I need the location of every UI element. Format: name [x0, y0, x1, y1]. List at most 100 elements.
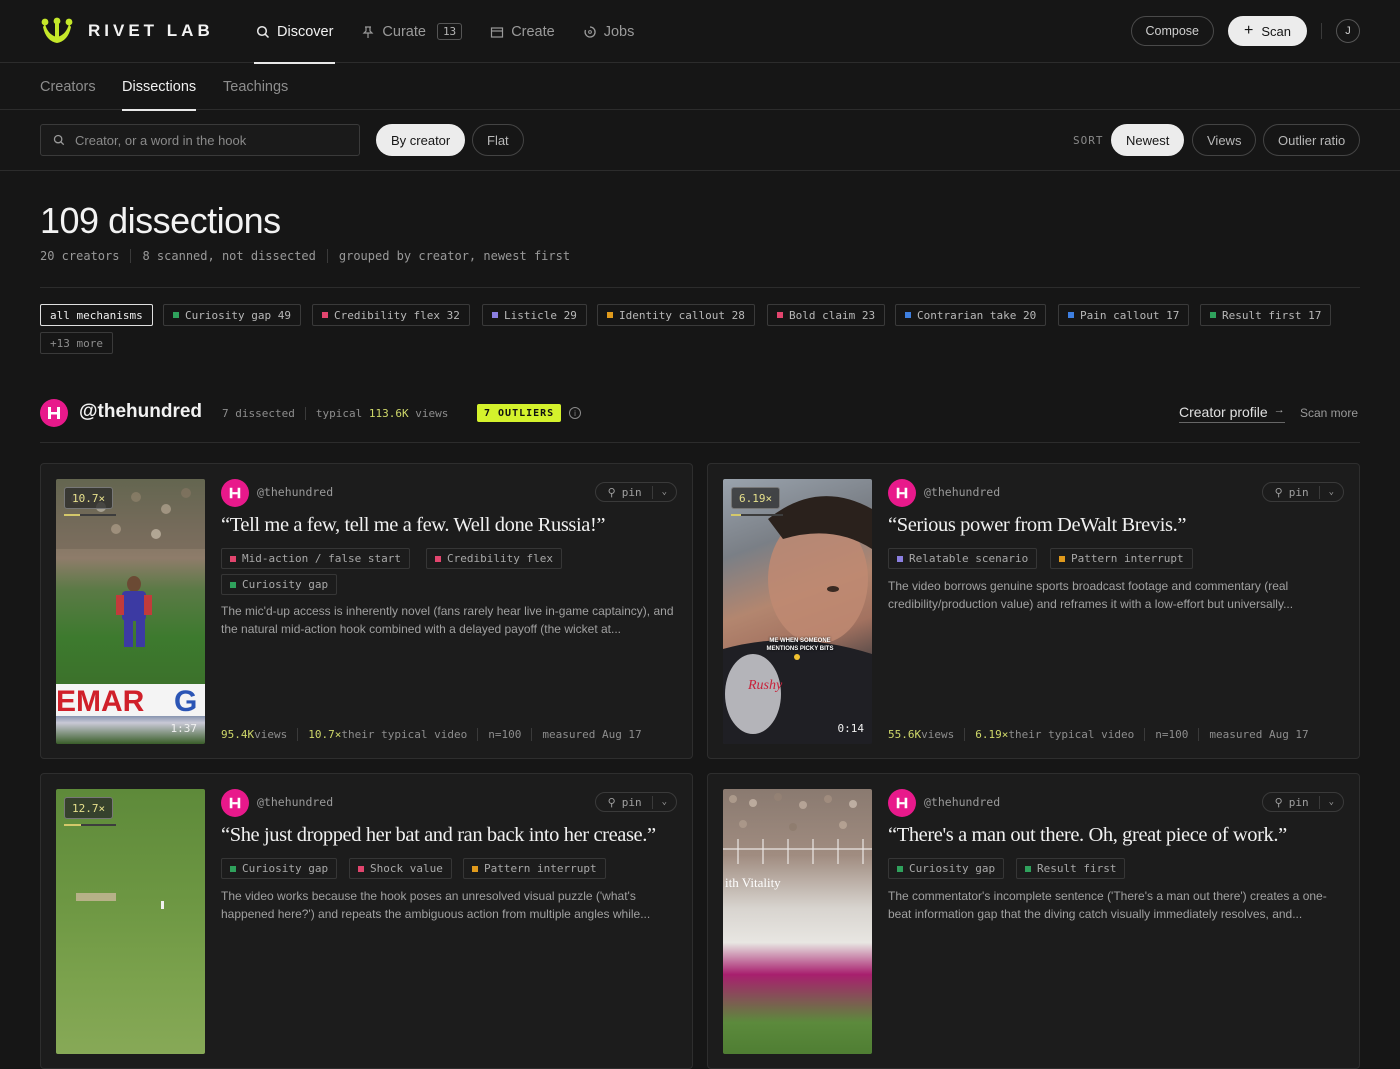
nav-discover[interactable]: Discover [253, 0, 336, 64]
pin-button[interactable]: ⚲ pin [1263, 485, 1320, 499]
sort-label: SORT [1073, 134, 1104, 147]
creator-avatar[interactable] [888, 479, 916, 507]
chevron-down-icon[interactable]: ⌄ [1320, 797, 1343, 807]
dissected-count: 7 dissected [222, 407, 295, 420]
multiplier-bar [731, 514, 783, 516]
creator-profile-link[interactable]: Creator profile → [1179, 404, 1285, 423]
chip-label: Contrarian take 20 [917, 308, 1037, 322]
mechanism-tag[interactable]: Shock value [349, 858, 452, 879]
chip-mechanism[interactable]: Listicle 29 [482, 304, 587, 326]
sort-views[interactable]: Views [1192, 124, 1257, 156]
stat-views: 55.6Kviews [888, 728, 964, 741]
sort-outlier-ratio[interactable]: Outlier ratio [1263, 124, 1361, 156]
nav-create[interactable]: Create [490, 0, 555, 63]
color-swatch-icon [435, 555, 441, 562]
creator-avatar[interactable] [221, 479, 249, 507]
scan-label: Scan [1261, 23, 1291, 39]
creator-avatar[interactable] [888, 789, 916, 817]
curate-count-badge: 13 [436, 23, 463, 40]
nav-label: Discover [277, 23, 334, 40]
card-creator-handle[interactable]: @thehundred [257, 795, 333, 809]
dissection-card[interactable]: Rushy ME WHEN SOMEONE MENTIONS PICKY BIT… [707, 463, 1360, 759]
video-thumbnail[interactable]: EMAR G 10.7× 1:37 [56, 479, 205, 744]
ratio-value: 10.7× [308, 728, 342, 741]
mechanism-tag[interactable]: Pattern interrupt [463, 858, 606, 879]
chip-label: Bold claim 23 [789, 308, 876, 322]
pin-label: pin [621, 485, 642, 499]
pin-button[interactable]: ⚲ pin [596, 795, 653, 809]
search-input[interactable] [75, 132, 345, 148]
mechanism-tag[interactable]: Mid-action / false start [221, 548, 410, 569]
chip-mechanism[interactable]: Pain callout 17 [1058, 304, 1190, 326]
emoji-icon [794, 654, 800, 660]
chip-mechanism[interactable]: Credibility flex 32 [312, 304, 470, 326]
cricket-player-figure: EMAR G [56, 479, 205, 718]
mechanism-tag[interactable]: Credibility flex [426, 548, 562, 569]
ratio-label: their typical video [341, 728, 468, 741]
video-duration: 0:14 [837, 722, 865, 735]
stat-sample: n=100 [477, 728, 531, 741]
mechanism-tag[interactable]: Curiosity gap [888, 858, 1005, 879]
nav-curate[interactable]: Curate 13 [361, 0, 463, 63]
video-caption: ME WHEN SOMEONE MENTIONS PICKY BITS [766, 638, 834, 652]
dissection-card[interactable]: EMAR G 10.7× 1:37 @thehundred ⚲ pin ⌄ “Te… [40, 463, 693, 759]
tag-label: Pattern interrupt [484, 862, 597, 875]
mechanism-tag[interactable]: Curiosity gap [221, 574, 338, 595]
compose-button[interactable]: Compose [1130, 16, 1215, 46]
mechanism-tag[interactable]: Pattern interrupt [1050, 548, 1193, 569]
card-creator-handle[interactable]: @thehundred [924, 795, 1000, 809]
spinner-icon [584, 25, 596, 38]
chip-mechanism[interactable]: Identity callout 28 [597, 304, 755, 326]
pin-button[interactable]: ⚲ pin [596, 485, 653, 499]
tab-teachings[interactable]: Teachings [223, 63, 288, 110]
chip-mechanism[interactable]: Bold claim 23 [767, 304, 886, 326]
stat-measured: measured Aug 17 [531, 728, 651, 741]
mechanism-tag[interactable]: Result first [1016, 858, 1126, 879]
chevron-down-icon[interactable]: ⌄ [1320, 487, 1343, 497]
mechanism-tag[interactable]: Curiosity gap [221, 858, 338, 879]
dissection-card[interactable]: 12.7× @thehundred ⚲ pin ⌄ “She just dropp… [40, 773, 693, 1069]
calendar-icon [491, 26, 504, 38]
page-title: 109 dissections [40, 200, 281, 241]
chip-more[interactable]: +13 more [40, 332, 113, 354]
chevron-down-icon[interactable]: ⌄ [653, 797, 676, 807]
creator-meta: 7 dissected typical 113.6K views [222, 407, 458, 420]
video-thumbnail[interactable]: Rushy ME WHEN SOMEONE MENTIONS PICKY BIT… [723, 479, 872, 744]
video-thumbnail[interactable]: ith Vitality [723, 789, 872, 1054]
pin-icon: ⚲ [1274, 795, 1283, 809]
group-by-creator-toggle[interactable]: By creator [376, 124, 466, 156]
chip-label: Pain callout 17 [1080, 308, 1180, 322]
info-icon[interactable]: i [569, 407, 581, 419]
creator-group-header: @thehundred 7 dissected typical 113.6K v… [40, 398, 1360, 428]
color-swatch-icon [905, 312, 911, 318]
mechanism-tag[interactable]: Relatable scenario [888, 548, 1038, 569]
dissection-card[interactable]: ith Vitality @thehundred ⚲ pin ⌄ “There's… [707, 773, 1360, 1069]
tab-creators[interactable]: Creators [40, 63, 96, 110]
chip-mechanism[interactable]: Curiosity gap 49 [163, 304, 301, 326]
divider [1321, 23, 1322, 39]
tab-dissections[interactable]: Dissections [122, 63, 197, 111]
sort-newest[interactable]: Newest [1111, 124, 1185, 156]
chevron-down-icon[interactable]: ⌄ [653, 487, 676, 497]
typical-suffix: views [415, 407, 449, 420]
chip-mechanism[interactable]: Result first 17 [1200, 304, 1332, 326]
pin-button[interactable]: ⚲ pin [1263, 795, 1320, 809]
scan-more-button[interactable]: Scan more [1300, 406, 1358, 420]
creator-handle[interactable]: @thehundred [79, 401, 202, 423]
chip-all-mechanisms[interactable]: all mechanisms [40, 304, 153, 326]
flat-toggle[interactable]: Flat [472, 124, 524, 156]
hook-quote: “Tell me a few, tell me a few. Well done… [221, 514, 606, 536]
creator-avatar[interactable] [40, 399, 68, 427]
user-avatar[interactable]: J [1336, 19, 1360, 43]
chip-mechanism[interactable]: Contrarian take 20 [895, 304, 1047, 326]
card-creator-handle[interactable]: @thehundred [257, 485, 333, 499]
views-label: views [254, 728, 288, 741]
summary-meta: 20 creators 8 scanned, not dissected gro… [40, 249, 581, 263]
card-creator-handle[interactable]: @thehundred [924, 485, 1000, 499]
hook-quote: “There's a man out there. Oh, great piec… [888, 824, 1287, 846]
scan-button[interactable]: + Scan [1228, 16, 1307, 46]
logo[interactable]: RIVET LAB [40, 17, 214, 45]
creator-avatar[interactable] [221, 789, 249, 817]
video-thumbnail[interactable]: 12.7× [56, 789, 205, 1054]
nav-jobs[interactable]: Jobs [583, 0, 634, 63]
